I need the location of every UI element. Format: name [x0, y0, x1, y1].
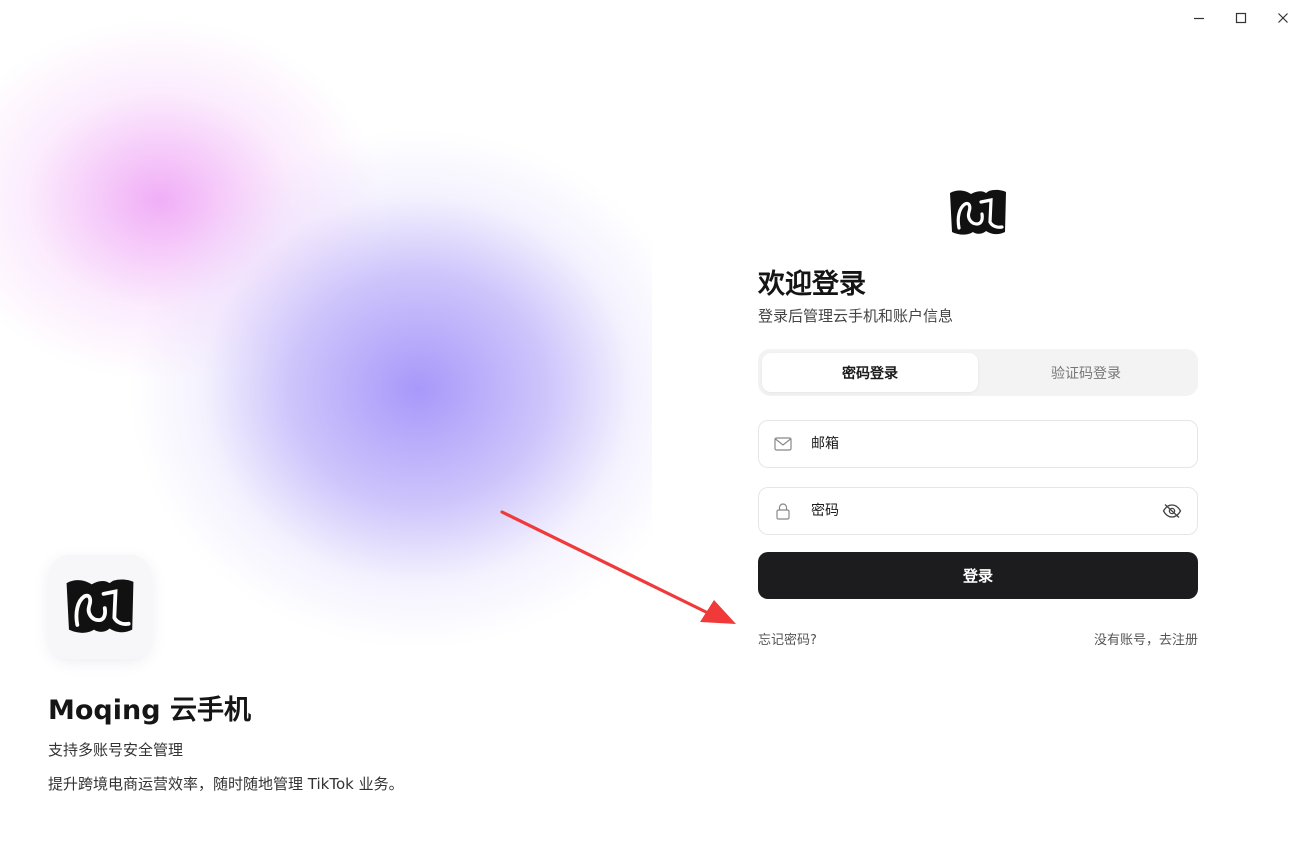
window-controls: [1178, 0, 1304, 36]
eye-off-icon[interactable]: [1161, 500, 1183, 522]
form-logo: [947, 188, 1009, 238]
password-field[interactable]: [758, 487, 1198, 535]
tab-code-login[interactable]: 验证码登录: [978, 353, 1194, 392]
close-icon[interactable]: [1262, 0, 1304, 36]
password-input[interactable]: [811, 488, 1161, 534]
moqing-logo-icon: [950, 189, 1006, 235]
login-method-tabs: 密码登录 验证码登录: [758, 349, 1198, 396]
login-window: Moqing 云手机 支持多账号安全管理 提升跨境电商运营效率，随时随地管理 T…: [0, 0, 1304, 851]
tagline-primary: 支持多账号安全管理: [48, 741, 184, 759]
login-subtitle: 登录后管理云手机和账户信息: [758, 307, 954, 325]
login-title: 欢迎登录: [758, 269, 866, 300]
minimize-icon[interactable]: [1178, 0, 1220, 36]
email-field[interactable]: [758, 420, 1198, 468]
moqing-logo-icon: [66, 579, 134, 633]
maximize-icon[interactable]: [1220, 0, 1262, 36]
forgot-password-link[interactable]: 忘记密码?: [758, 629, 817, 648]
tagline-secondary: 提升跨境电商运营效率，随时随地管理 TikTok 业务。: [48, 775, 404, 793]
register-link[interactable]: 没有账号，去注册: [1094, 629, 1198, 648]
app-name: Moqing 云手机: [48, 695, 251, 726]
email-input[interactable]: [811, 421, 1183, 467]
lock-icon: [773, 501, 793, 521]
app-logo-tile: [48, 555, 152, 659]
login-button[interactable]: 登录: [758, 552, 1198, 599]
tab-password-login[interactable]: 密码登录: [762, 353, 978, 392]
mail-icon: [773, 434, 793, 454]
